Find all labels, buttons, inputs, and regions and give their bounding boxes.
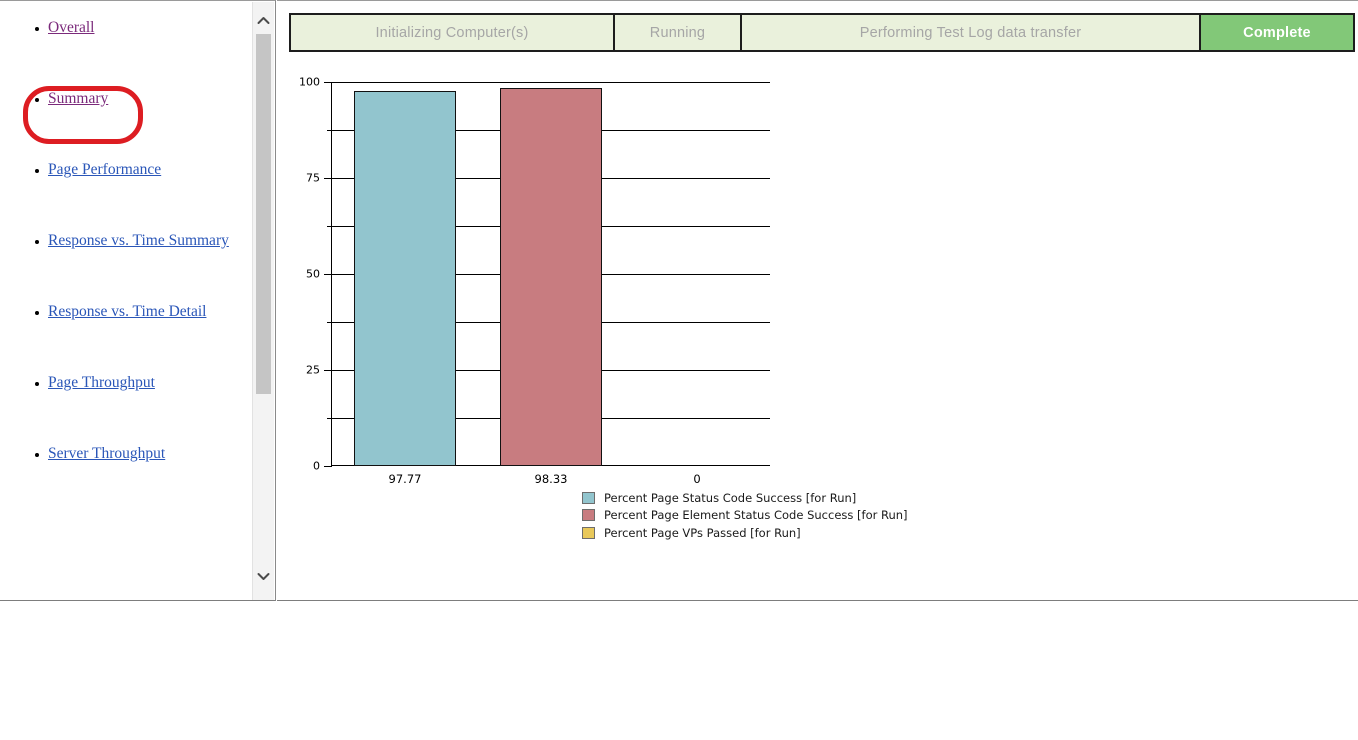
chart-bar (500, 88, 602, 466)
test-progress-bar: Initializing Computer(s) Running Perform… (289, 13, 1355, 52)
nav-link-summary[interactable]: Summary (48, 90, 108, 108)
bullet-icon (35, 169, 39, 173)
y-axis-tick (324, 370, 332, 371)
y-axis-tick (324, 178, 332, 179)
x-axis-tick-label: 0 (693, 472, 701, 486)
legend-swatch-icon (582, 491, 595, 504)
nav-item-server-throughput[interactable]: Server Throughput (0, 427, 250, 498)
nav-link-response-vs-time-summary[interactable]: Response vs. Time Summary (48, 232, 229, 250)
legend-item-page-vps-passed: Percent Page VPs Passed [for Run] (582, 524, 1002, 542)
legend-item-page-status-code-success: Percent Page Status Code Success [for Ru… (582, 489, 1002, 507)
bullet-icon (35, 382, 39, 386)
report-content-pane: Initializing Computer(s) Running Perform… (277, 0, 1358, 601)
nav-item-overall[interactable]: Overall (0, 1, 250, 72)
legend-label: Percent Page VPs Passed [for Run] (604, 525, 801, 540)
y-axis-tick-label: 75 (306, 171, 320, 185)
nav-item-summary[interactable]: Summary (0, 72, 250, 143)
y-axis-tick (324, 82, 332, 83)
nav-item-response-vs-time-summary[interactable]: Response vs. Time Summary (0, 214, 250, 285)
progress-step-running: Running (614, 13, 741, 52)
progress-step-initializing: Initializing Computer(s) (289, 13, 614, 52)
report-section-list: Overall Summary Page Performance Respons… (0, 1, 250, 498)
legend-item-page-element-status-code-success: Percent Page Element Status Code Success… (582, 507, 1002, 525)
y-axis-tick (324, 274, 332, 275)
nav-link-overall[interactable]: Overall (48, 19, 94, 37)
y-axis-tick-label: 100 (299, 75, 320, 89)
overall-percent-bar-chart: 0 25 50 75 100 97.77 98.33 0 (287, 63, 807, 543)
bullet-icon (35, 240, 39, 244)
y-axis-minor-tick (327, 226, 332, 227)
bullet-icon (35, 98, 39, 102)
y-axis-tick-label: 50 (306, 267, 320, 281)
chart-plot-area: 0 25 50 75 100 97.77 98.33 0 (299, 76, 770, 486)
navigation-scrollbar[interactable] (252, 2, 274, 600)
chevron-up-icon[interactable] (253, 10, 274, 30)
nav-item-response-vs-time-detail[interactable]: Response vs. Time Detail (0, 285, 250, 356)
nav-link-page-throughput[interactable]: Page Throughput (48, 374, 155, 392)
scrollbar-thumb[interactable] (256, 34, 271, 394)
nav-item-page-performance[interactable]: Page Performance (0, 143, 250, 214)
y-axis-minor-tick (327, 322, 332, 323)
y-axis-minor-tick (327, 130, 332, 131)
chevron-down-icon[interactable] (253, 566, 274, 586)
bullet-icon (35, 311, 39, 315)
y-axis-minor-tick (327, 418, 332, 419)
nav-item-page-throughput[interactable]: Page Throughput (0, 356, 250, 427)
legend-swatch-icon (582, 526, 595, 539)
x-axis-tick-label: 97.77 (388, 472, 422, 486)
chart-legend: Percent Page Status Code Success [for Ru… (582, 489, 1002, 542)
app-window: Overall Summary Page Performance Respons… (0, 0, 1358, 740)
nav-link-server-throughput[interactable]: Server Throughput (48, 445, 165, 463)
legend-label: Percent Page Element Status Code Success… (604, 508, 908, 523)
progress-step-complete: Complete (1200, 13, 1355, 52)
chart-bar (354, 90, 456, 466)
x-axis-tick-label: 98.33 (534, 472, 568, 486)
y-axis-tick-label: 0 (313, 459, 320, 473)
gridline (332, 82, 770, 83)
bullet-icon (35, 453, 39, 457)
bullet-icon (35, 27, 39, 31)
nav-link-page-performance[interactable]: Page Performance (48, 161, 161, 179)
legend-label: Percent Page Status Code Success [for Ru… (604, 490, 857, 505)
navigation-pane: Overall Summary Page Performance Respons… (0, 0, 276, 601)
nav-link-response-vs-time-detail[interactable]: Response vs. Time Detail (48, 303, 206, 321)
progress-step-log-transfer: Performing Test Log data transfer (741, 13, 1200, 52)
legend-swatch-icon (582, 509, 595, 522)
y-axis-tick (324, 466, 332, 467)
y-axis-tick-label: 25 (306, 363, 320, 377)
